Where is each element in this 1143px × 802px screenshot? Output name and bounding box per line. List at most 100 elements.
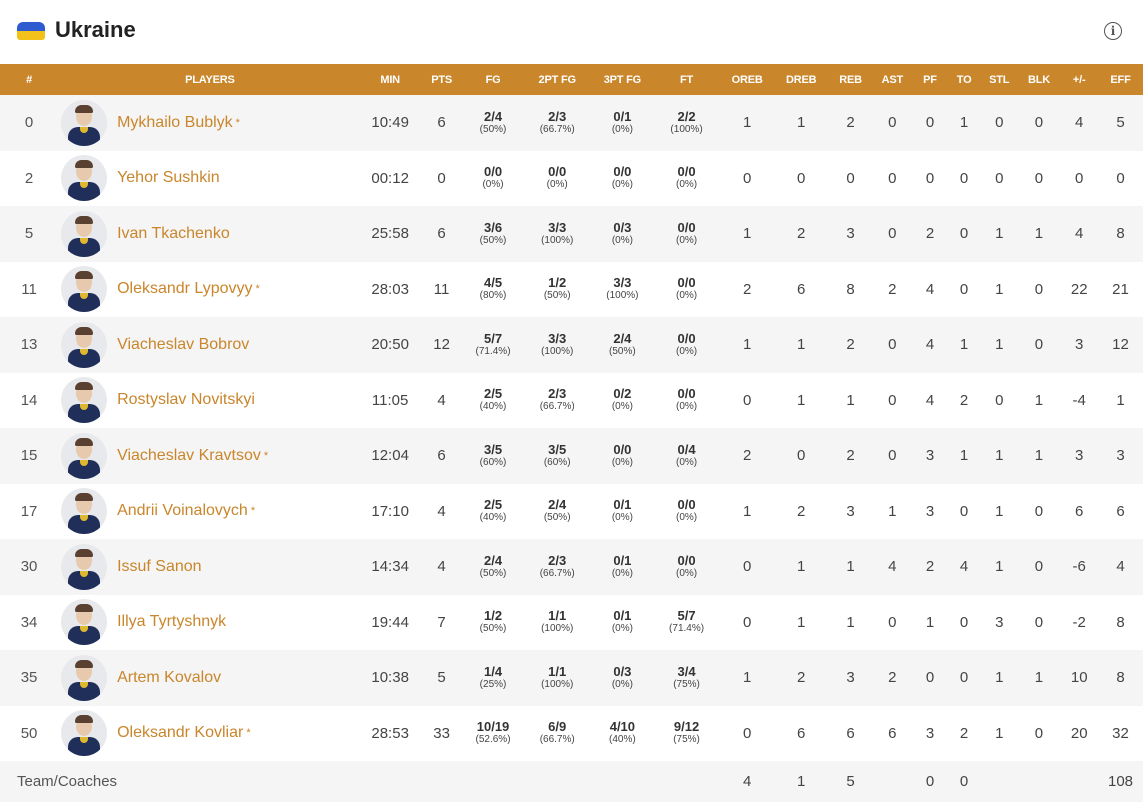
stat-to: 1: [959, 114, 969, 132]
fg: 3/5 (60%): [465, 428, 522, 484]
three-pt-fg: 0/3 (0%): [593, 650, 652, 706]
player-name-link[interactable]: Issuf Sanon: [117, 558, 202, 576]
col-dreb-header[interactable]: DREB: [773, 64, 829, 95]
player-row[interactable]: 15 Viacheslav Kravtsov * 12:04 6 3/5 (60%) 3/5(…: [0, 428, 1143, 484]
col-fg-header[interactable]: FG: [465, 64, 522, 95]
player-avatar[interactable]: [61, 99, 108, 146]
player-name-link[interactable]: Viacheslav Bobrov: [117, 336, 249, 354]
fg: 2/4 (50%): [465, 539, 522, 595]
player-row[interactable]: 0 Mykhailo Bublyk * 10:49 6 2/4 (50%) 2/3 (66.7%…: [0, 95, 1143, 151]
stat-stl: 1: [995, 336, 1004, 354]
stat-to: 0: [959, 669, 969, 687]
ft: 0/0 (0%): [652, 317, 721, 373]
stat-pf: 0: [925, 669, 935, 687]
fg-made-attempted: 2/4: [483, 108, 503, 124]
stat-reb: 3: [846, 225, 855, 243]
col-stl-header[interactable]: STL: [981, 64, 1018, 95]
col-players-header[interactable]: PLAYERS: [58, 64, 362, 95]
three-pt-fg-percentage: (50%): [609, 345, 636, 357]
player-row[interactable]: 17 Andrii Voinalovych * 17:10 4 2/5 (40%) 2/4 (5…: [0, 484, 1143, 540]
points: 0: [437, 169, 446, 187]
ft-percentage: (0%): [675, 234, 698, 246]
info-icon[interactable]: i: [1104, 22, 1122, 40]
player-name-link[interactable]: Artem Kovalov: [117, 669, 221, 687]
player-name-link[interactable]: Oleksandr Lypovyy: [117, 280, 252, 298]
two-pt-fg-made-attempted: 2/4: [548, 497, 567, 513]
player-row[interactable]: 35 Artem Kovalov 10:38 5 1/4 (25%) 1/1 (100%) 0/…: [0, 650, 1143, 706]
player-avatar[interactable]: [61, 377, 108, 424]
col-plus-minus-header[interactable]: +/-: [1060, 64, 1098, 95]
player-cell: Issuf Sanon: [58, 539, 362, 595]
stat-pm: -6: [1072, 558, 1086, 576]
col-oreb-header[interactable]: OREB: [721, 64, 773, 95]
player-avatar[interactable]: [61, 321, 108, 368]
col-2pt-fg-header[interactable]: 2PT FG: [522, 64, 593, 95]
stat-stl: 1: [995, 669, 1004, 687]
player-row[interactable]: 13 Viacheslav Bobrov 20:50 12 5/7 (71.4%) 3/3(…: [0, 317, 1143, 373]
player-avatar[interactable]: [61, 266, 108, 313]
col-eff-header[interactable]: EFF: [1098, 64, 1143, 95]
col-blk-header[interactable]: BLK: [1018, 64, 1061, 95]
two-pt-fg-percentage: (100%): [541, 678, 574, 690]
player-row[interactable]: 50 Oleksandr Kovliar * 28:53 33 10/19 (52.6%) 6…: [0, 706, 1143, 762]
col-ast-header[interactable]: AST: [872, 64, 913, 95]
player-name-link[interactable]: Rostyslav Novitskyi: [117, 391, 255, 409]
player-name-link[interactable]: Yehor Sushkin: [117, 169, 220, 187]
player-avatar[interactable]: [61, 488, 108, 535]
stat-blk: 0: [1034, 724, 1044, 742]
ft-percentage: (0%): [675, 401, 698, 413]
three-pt-fg-percentage: (0%): [611, 234, 633, 246]
stat-ast: 0: [888, 169, 897, 187]
jersey-number: 17: [20, 502, 38, 520]
fg-made-attempted: 2/4: [483, 552, 503, 568]
player-name-link[interactable]: Andrii Voinalovych: [117, 502, 248, 520]
player-cell: Viacheslav Kravtsov *: [58, 428, 362, 484]
stat-oreb: 1: [742, 502, 752, 520]
col-min-header[interactable]: MIN: [362, 64, 419, 95]
player-name-link[interactable]: Illya Tyrtyshnyk: [117, 613, 226, 631]
player-row[interactable]: 2 Yehor Sushkin 00:12 0 0/0 (0%) 0/0 (0%) 0/0 (0%…: [0, 151, 1143, 207]
player-avatar[interactable]: [61, 210, 108, 257]
stat-pf: 4: [925, 336, 935, 354]
team-stat-eff: 108: [1108, 773, 1134, 790]
player-name-link[interactable]: Ivan Tkachenko: [117, 225, 230, 243]
ft-made-attempted: 5/7: [677, 608, 696, 624]
stat-eff: 8: [1116, 669, 1125, 687]
stat-eff: 6: [1116, 502, 1125, 520]
stat-pm: 3: [1075, 336, 1084, 354]
three-pt-fg-percentage: (0%): [611, 567, 633, 579]
fg-percentage: (40%): [479, 401, 507, 413]
player-row[interactable]: 5 Ivan Tkachenko 25:58 6 3/6 (50%) 3/3 (100%) 0/…: [0, 206, 1143, 262]
stat-reb: 3: [846, 669, 855, 687]
player-row[interactable]: 30 Issuf Sanon 14:34 4 2/4 (50%) 2/3 (66.7%) 0/1…: [0, 539, 1143, 595]
stat-pm: 4: [1075, 114, 1084, 132]
col-to-header[interactable]: TO: [947, 64, 981, 95]
player-avatar[interactable]: [61, 432, 108, 479]
stat-pf: 2: [925, 225, 935, 243]
col-pf-header[interactable]: PF: [913, 64, 948, 95]
fg-percentage: (50%): [479, 567, 507, 579]
player-avatar[interactable]: [61, 599, 108, 646]
col-pts-header[interactable]: PTS: [419, 64, 465, 95]
player-name-link[interactable]: Viacheslav Kravtsov: [117, 447, 261, 465]
player-avatar[interactable]: [61, 155, 108, 202]
player-row[interactable]: 11 Oleksandr Lypovyy * 28:03 11 4/5 (80%) 1/2 (5…: [0, 262, 1143, 318]
fg-made-attempted: 2/5: [483, 386, 503, 402]
player-avatar[interactable]: [61, 654, 108, 701]
stat-ast: 4: [888, 558, 897, 576]
player-row[interactable]: 14 Rostyslav Novitskyi 11:05 4 2/5 (40%) 2/3 (6…: [0, 373, 1143, 429]
player-avatar[interactable]: [61, 543, 108, 590]
col-number-header[interactable]: #: [0, 64, 58, 95]
stat-ast: 1: [888, 502, 897, 520]
col-reb-header[interactable]: REB: [829, 64, 872, 95]
col-3pt-fg-header[interactable]: 3PT FG: [593, 64, 652, 95]
three-pt-fg-percentage: (40%): [609, 734, 636, 746]
player-name-link[interactable]: Mykhailo Bublyk: [117, 114, 233, 132]
col-ft-header[interactable]: FT: [652, 64, 721, 95]
player-name-link[interactable]: Oleksandr Kovliar: [117, 724, 243, 742]
player-row[interactable]: 34 Illya Tyrtyshnyk 19:44 7 1/2 (50%) 1/1 (100%…: [0, 595, 1143, 651]
stat-ast: 0: [888, 336, 897, 354]
stat-oreb: 2: [742, 447, 752, 465]
player-avatar[interactable]: [61, 710, 108, 757]
minutes: 28:53: [371, 724, 409, 742]
